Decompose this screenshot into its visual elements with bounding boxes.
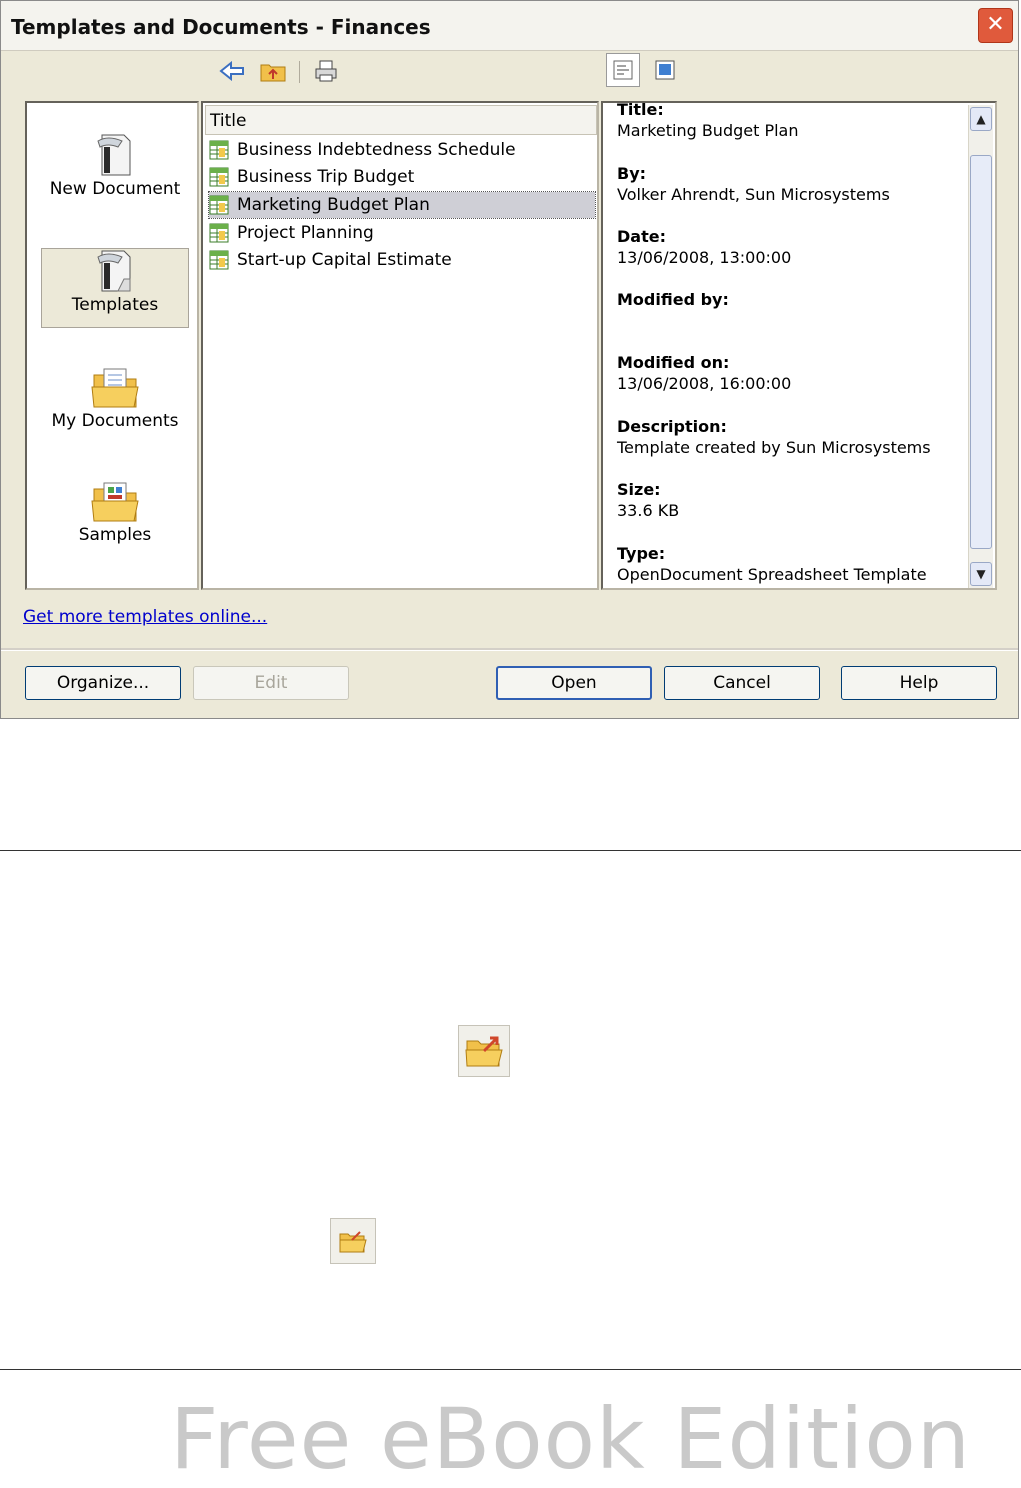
open-button[interactable]: Open [496,666,652,700]
info-modified-on: Modified on: 13/06/2008, 16:00:00 [617,352,791,394]
info-by-label: By: [617,164,647,183]
cancel-button[interactable]: Cancel [664,666,820,700]
list-item-selected[interactable]: Marketing Budget Plan [208,191,596,219]
edit-button[interactable]: Edit [193,666,349,700]
templates-icon [97,250,131,292]
watermark-text: Free eBook Edition [170,1390,972,1488]
button-separator [1,648,1018,651]
info-size-value: 33.6 KB [617,501,680,520]
column-header-title[interactable]: Title [205,105,597,135]
list-item-title: Business Indebtedness Schedule [237,140,516,160]
properties-scrollbar[interactable]: ▲ ▼ [968,105,993,588]
list-item-title: Start-up Capital Estimate [237,250,452,270]
list-item[interactable]: Business Trip Budget [209,164,595,190]
info-description-label: Description: [617,417,727,436]
new-document-icon [97,134,131,176]
category-panel: New Document Templates My Documents Samp… [25,101,199,590]
spreadsheet-template-icon [209,167,229,187]
nav-new-document[interactable]: New Document [41,133,189,213]
info-title-value: Marketing Budget Plan [617,121,799,140]
nav-templates-label: Templates [71,295,159,315]
info-modified-on-value: 13/06/2008, 16:00:00 [617,374,792,393]
info-title: Title: Marketing Budget Plan [617,101,799,141]
info-type-value: OpenDocument Spreadsheet Template [617,565,927,584]
preview-view-button[interactable] [648,53,682,87]
nav-my-documents[interactable]: My Documents [41,365,189,445]
nav-samples-label: Samples [78,525,152,545]
back-icon[interactable] [217,57,247,85]
organize-button[interactable]: Organize... [25,666,181,700]
info-modified-by-label: Modified by: [617,290,729,309]
info-date-value: 13/06/2008, 13:00:00 [617,248,792,267]
template-list: Title Business Indebtedness Schedule Bus… [201,101,599,590]
info-title-label: Title: [617,101,664,119]
print-icon[interactable] [311,57,341,85]
info-modified-on-label: Modified on: [617,353,730,372]
page-divider [0,850,1021,851]
list-item-title: Marketing Budget Plan [237,195,430,215]
templates-dialog: Templates and Documents - Finances ✕ New… [0,0,1019,719]
title-bar: Templates and Documents - Finances ✕ [1,1,1018,51]
info-description-value: Template created by Sun Microsystems [617,438,931,457]
get-more-templates-link[interactable]: Get more templates online... [23,607,267,627]
document-properties-view-button[interactable] [606,53,640,87]
info-type: Type: OpenDocument Spreadsheet Template [617,543,927,585]
info-modified-by: Modified by: [617,289,729,310]
help-button[interactable]: Help [841,666,997,700]
my-documents-icon [91,368,139,408]
preview-icon [655,60,675,80]
spreadsheet-template-icon [209,250,229,270]
samples-icon [91,482,139,522]
info-date: Date: 13/06/2008, 13:00:00 [617,226,791,268]
nav-templates[interactable]: Templates [41,248,189,328]
info-author: By: Volker Ahrendt, Sun Microsystems [617,163,890,205]
dialog-title: Templates and Documents - Finances [11,15,431,39]
info-type-label: Type: [617,544,666,563]
info-date-label: Date: [617,227,666,246]
scroll-down-icon[interactable]: ▼ [970,562,992,586]
scrollbar-thumb[interactable] [970,155,992,549]
document-properties-icon [613,60,633,80]
document-properties-panel: Title: Marketing Budget Plan By: Volker … [601,101,997,590]
up-one-level-icon[interactable] [258,57,288,85]
list-item[interactable]: Start-up Capital Estimate [209,247,595,273]
spreadsheet-template-icon [209,195,229,215]
list-item[interactable]: Business Indebtedness Schedule [209,137,595,163]
info-description: Description: Template created by Sun Mic… [617,416,931,458]
info-size-label: Size: [617,480,661,499]
list-item-title: Project Planning [237,223,374,243]
spreadsheet-template-icon [209,140,229,160]
close-icon: ✕ [986,12,1005,37]
list-item[interactable]: Project Planning [209,220,595,246]
footer-divider [0,1369,1021,1370]
nav-samples[interactable]: Samples [41,479,189,559]
nav-new-document-label: New Document [49,179,181,199]
open-file-small-icon [330,1218,376,1264]
info-size: Size: 33.6 KB [617,479,679,521]
open-file-large-icon [458,1025,510,1077]
nav-my-documents-label: My Documents [51,411,179,431]
scroll-up-icon[interactable]: ▲ [970,107,992,131]
info-by-value: Volker Ahrendt, Sun Microsystems [617,185,890,204]
list-item-title: Business Trip Budget [237,167,415,187]
toolbar-separator [299,61,300,83]
spreadsheet-template-icon [209,223,229,243]
close-button[interactable]: ✕ [978,8,1013,43]
